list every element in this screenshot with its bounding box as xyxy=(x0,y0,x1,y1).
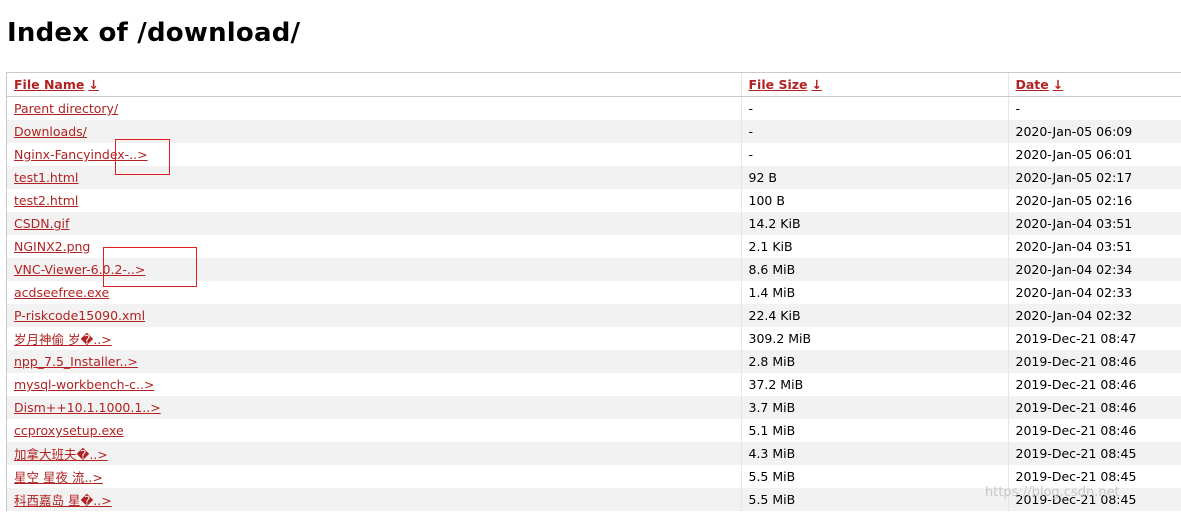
file-date-cell: 2019-Dec-21 08:47 xyxy=(1007,327,1181,350)
file-link[interactable]: P-riskcode15090.xml xyxy=(14,308,145,323)
sort-by-date-link[interactable]: Date ↓ xyxy=(1016,77,1064,92)
page-title: Index of /download/ xyxy=(7,18,301,48)
table-row: Nginx-Fancyindex-..> -2020-Jan-05 06:01 xyxy=(7,143,1181,166)
file-date-cell: 2019-Dec-21 08:46 xyxy=(1007,373,1181,396)
file-size-cell: 4.3 MiB xyxy=(740,442,1008,465)
file-size-cell: 92 B xyxy=(740,166,1008,189)
file-date-cell: 2020-Jan-05 06:09 xyxy=(1007,120,1181,143)
file-size-cell: - xyxy=(740,120,1008,143)
file-size-cell: - xyxy=(740,96,1008,120)
table-row: CSDN.gif 14.2 KiB 2020-Jan-04 03:51 xyxy=(7,212,1181,235)
file-size-cell: 8.6 MiB xyxy=(740,258,1008,281)
file-size-cell: - xyxy=(740,143,1008,166)
col-header-date: Date ↓ xyxy=(1007,73,1181,97)
table-row: Parent directory/ - - xyxy=(7,96,1181,121)
table-row: P-riskcode15090.xml 22.4 KiB 2020-Jan-04 0… xyxy=(7,304,1181,327)
file-date-cell: 2020-Jan-04 02:33 xyxy=(1007,281,1181,304)
file-size-cell: 3.7 MiB xyxy=(740,396,1008,419)
file-date-cell: 2019-Dec-21 08:46 xyxy=(1007,419,1181,442)
file-name-cell: 加拿大班夫�..> xyxy=(7,442,741,465)
file-size-cell: 2.1 KiB xyxy=(740,235,1008,258)
file-name-cell: 星空 星夜 流..> xyxy=(7,465,741,488)
file-link[interactable]: test2.html xyxy=(14,193,78,208)
file-link[interactable]: 星空 星夜 流..> xyxy=(14,470,103,485)
file-table: File Name ↓ File Size ↓ Date ↓ Parent direc… xyxy=(7,73,1181,511)
table-row: Downloads/ -2020-Jan-05 06:09 xyxy=(7,120,1181,143)
sort-desc-icon: ↓ xyxy=(1052,77,1064,92)
file-date-cell: 2020-Jan-04 02:32 xyxy=(1007,304,1181,327)
file-name-cell: 科西嘉岛 星�..> xyxy=(7,488,741,511)
file-date-cell: 2020-Jan-05 02:17 xyxy=(1007,166,1181,189)
file-link[interactable]: Downloads/ xyxy=(14,124,87,139)
file-name-cell: test2.html xyxy=(7,189,741,212)
file-date-cell: - xyxy=(1007,96,1181,120)
file-date-cell: 2019-Dec-21 08:46 xyxy=(1007,350,1181,373)
file-name-cell: Dism++10.1.1000.1..> xyxy=(7,396,741,419)
file-name-cell: ccproxysetup.exe xyxy=(7,419,741,442)
sort-by-date-label: Date xyxy=(1015,77,1049,92)
file-listing: File Name ↓ File Size ↓ Date ↓ Parent direc… xyxy=(6,72,1181,511)
file-size-cell: 2.8 MiB xyxy=(740,350,1008,373)
sort-by-name-link[interactable]: File Name ↓ xyxy=(14,77,99,92)
table-row: test1.html 92 B 2020-Jan-05 02:17 xyxy=(7,166,1181,189)
col-header-name: File Name ↓ xyxy=(7,73,741,97)
sort-by-name-label: File Name xyxy=(14,77,85,92)
highlight-box xyxy=(103,247,197,287)
file-name-cell: Parent directory/ xyxy=(7,97,741,121)
sort-desc-icon: ↓ xyxy=(811,77,822,92)
table-row: Dism++10.1.1000.1..> 3.7 MiB 2019-Dec-21 0… xyxy=(7,396,1181,419)
file-size-cell: 22.4 KiB xyxy=(740,304,1008,327)
table-row: test2.html 100 B 2020-Jan-05 02:16 xyxy=(7,189,1181,212)
header-row: File Name ↓ File Size ↓ Date ↓ xyxy=(7,73,1181,97)
file-link[interactable]: Dism++10.1.1000.1..> xyxy=(14,400,161,415)
file-date-cell: 2020-Jan-05 06:01 xyxy=(1007,143,1181,166)
file-size-cell: 309.2 MiB xyxy=(740,327,1008,350)
file-link[interactable]: npp_7.5_Installer..> xyxy=(14,354,138,369)
file-link[interactable]: acdseefree.exe xyxy=(14,285,109,300)
file-link[interactable]: CSDN.gif xyxy=(14,216,69,231)
file-date-cell: 2020-Jan-04 03:51 xyxy=(1007,212,1181,235)
file-name-cell: P-riskcode15090.xml xyxy=(7,304,741,327)
file-date-cell: 2020-Jan-04 03:51 xyxy=(1007,235,1181,258)
sort-by-size-label: File Size xyxy=(748,77,808,92)
sort-by-size-link[interactable]: File Size ↓ xyxy=(749,77,822,92)
table-row: ccproxysetup.exe 5.1 MiB 2019-Dec-21 08:46 xyxy=(7,419,1181,442)
file-link[interactable]: NGINX2.png xyxy=(14,239,90,254)
table-row: mysql-workbench-c..> 37.2 MiB 2019-Dec-21 … xyxy=(7,373,1181,396)
file-size-cell: 5.5 MiB xyxy=(740,488,1008,511)
file-date-cell: 2019-Dec-21 08:45 xyxy=(1007,442,1181,465)
col-header-size: File Size ↓ xyxy=(740,73,1008,97)
file-link[interactable]: 加拿大班夫�..> xyxy=(14,447,108,462)
file-link[interactable]: test1.html xyxy=(14,170,78,185)
table-row: 岁月神偷 岁�..> 309.2 MiB 2019-Dec-21 08:47 xyxy=(7,327,1181,350)
sort-desc-icon: ↓ xyxy=(88,77,99,92)
highlight-box xyxy=(115,139,170,175)
file-name-cell: CSDN.gif xyxy=(7,212,741,235)
file-date-cell: 2019-Dec-21 08:46 xyxy=(1007,396,1181,419)
file-link[interactable]: ccproxysetup.exe xyxy=(14,423,124,438)
file-size-cell: 5.1 MiB xyxy=(740,419,1008,442)
file-name-cell: npp_7.5_Installer..> xyxy=(7,350,741,373)
file-size-cell: 37.2 MiB xyxy=(740,373,1008,396)
file-link[interactable]: mysql-workbench-c..> xyxy=(14,377,154,392)
file-size-cell: 5.5 MiB xyxy=(740,465,1008,488)
table-row: 加拿大班夫�..> 4.3 MiB 2019-Dec-21 08:45 xyxy=(7,442,1181,465)
file-date-cell: 2020-Jan-05 02:16 xyxy=(1007,189,1181,212)
watermark: https://blog.csdn.net xyxy=(985,485,1120,500)
file-link[interactable]: 岁月神偷 岁�..> xyxy=(14,332,112,347)
file-size-cell: 100 B xyxy=(740,189,1008,212)
file-size-cell: 14.2 KiB xyxy=(740,212,1008,235)
file-link[interactable]: Parent directory/ xyxy=(14,101,118,116)
file-size-cell: 1.4 MiB xyxy=(740,281,1008,304)
file-date-cell: 2020-Jan-04 02:34 xyxy=(1007,258,1181,281)
file-name-cell: 岁月神偷 岁�..> xyxy=(7,327,741,350)
file-link[interactable]: 科西嘉岛 星�..> xyxy=(14,493,112,508)
table-row: npp_7.5_Installer..> 2.8 MiB 2019-Dec-21 0… xyxy=(7,350,1181,373)
file-name-cell: mysql-workbench-c..> xyxy=(7,373,741,396)
